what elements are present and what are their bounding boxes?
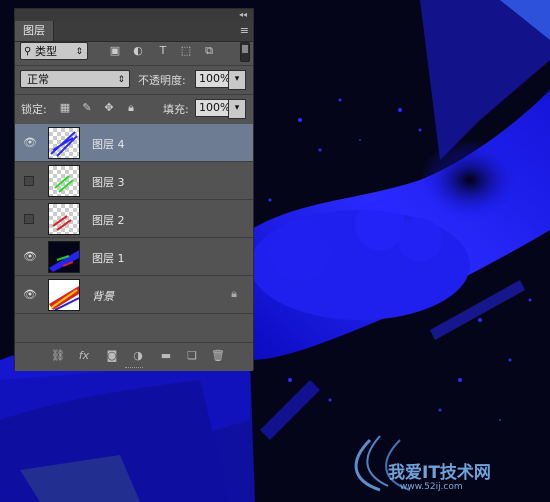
layers-panel: ◂◂ 图层 ≡ ⚲ 类型 ⇕ ▣ ◐ T ⬚ ⧉ 正常 ⇕ 不透明度: 100%… bbox=[14, 8, 254, 371]
tab-layers[interactable]: 图层 bbox=[15, 21, 54, 41]
group-icon[interactable]: ▬ bbox=[159, 349, 173, 363]
layer-name[interactable]: 图层 4 bbox=[92, 136, 125, 152]
layer-thumbnail[interactable] bbox=[48, 241, 80, 273]
blend-mode-dropdown[interactable]: 正常 ⇕ bbox=[20, 70, 130, 88]
visibility-toggle[interactable] bbox=[24, 176, 34, 186]
layer-name[interactable]: 图层 2 bbox=[92, 212, 125, 228]
collapse-icon[interactable]: ◂◂ bbox=[239, 9, 247, 21]
layer-name[interactable]: 背景 bbox=[92, 288, 114, 304]
fill-label: 填充: bbox=[163, 103, 189, 116]
search-icon: ⚲ bbox=[24, 46, 32, 57]
layer-mask-icon[interactable]: ◙ bbox=[105, 349, 119, 363]
panel-menu-icon[interactable]: ≡ bbox=[240, 23, 249, 39]
filter-kind-value: 类型 bbox=[35, 45, 57, 58]
lock-move-icon[interactable]: ✥ bbox=[103, 102, 115, 114]
visibility-toggle[interactable] bbox=[24, 214, 34, 224]
layer-name[interactable]: 图层 1 bbox=[92, 250, 125, 266]
smart-object-filter-icon[interactable]: ⧉ bbox=[203, 45, 215, 57]
layer-thumbnail[interactable] bbox=[48, 165, 80, 197]
layer-thumbnail[interactable] bbox=[48, 203, 80, 235]
layers-list: 👁︎ 图层 4 图层 3 图层 2 👁︎ 图层 1 👁︎ 背景 🔒︎ bbox=[15, 124, 253, 322]
lock-transparent-icon[interactable]: ▦ bbox=[59, 102, 71, 114]
lock-icon: 🔒︎ bbox=[231, 287, 237, 300]
link-layers-icon[interactable]: ⛓ bbox=[51, 349, 65, 363]
layer-row-4[interactable]: 👁︎ 图层 4 bbox=[15, 124, 253, 162]
lock-label: 锁定: bbox=[21, 103, 47, 116]
layer-row-2[interactable]: 图层 2 bbox=[15, 200, 253, 238]
layer-thumbnail[interactable] bbox=[48, 279, 80, 311]
lock-brush-icon[interactable]: ✎ bbox=[81, 102, 93, 114]
watermark-text: 我爱IT技术网 bbox=[388, 463, 491, 483]
filter-toggle[interactable] bbox=[240, 42, 250, 62]
lock-all-icon[interactable]: 🔒︎ bbox=[125, 102, 137, 114]
type-filter-icon[interactable]: T bbox=[157, 45, 169, 57]
panel-titlebar[interactable]: ◂◂ bbox=[15, 9, 253, 21]
resize-grip[interactable] bbox=[125, 367, 143, 370]
eye-icon[interactable]: 👁︎ bbox=[23, 137, 37, 149]
fx-icon[interactable]: fx bbox=[77, 349, 91, 363]
panel-tabbar: 图层 ≡ bbox=[15, 21, 253, 42]
delete-icon[interactable]: 🗑︎ bbox=[211, 349, 225, 363]
layer-row-background[interactable]: 👁︎ 背景 🔒︎ bbox=[15, 276, 253, 314]
watermark-url: www.52ij.com bbox=[400, 482, 463, 492]
fill-value: 100% bbox=[199, 101, 231, 114]
layer-row-3[interactable]: 图层 3 bbox=[15, 162, 253, 200]
eye-icon[interactable]: 👁︎ bbox=[23, 289, 37, 301]
filter-kind-dropdown[interactable]: ⚲ 类型 ⇕ bbox=[20, 42, 88, 60]
fill-dropdown-arrow-icon[interactable]: ▾ bbox=[228, 99, 246, 119]
opacity-field[interactable]: 100% ▾ bbox=[195, 70, 246, 90]
adjustment-layer-icon[interactable]: ◑ bbox=[131, 349, 145, 363]
new-layer-icon[interactable]: ❏ bbox=[185, 349, 199, 363]
layer-row-1[interactable]: 👁︎ 图层 1 bbox=[15, 238, 253, 276]
updown-arrow-icon: ⇕ bbox=[117, 75, 125, 85]
updown-arrow-icon: ⇕ bbox=[75, 47, 83, 57]
layer-name[interactable]: 图层 3 bbox=[92, 174, 125, 190]
image-filter-icon[interactable]: ▣ bbox=[109, 45, 121, 57]
opacity-label: 不透明度: bbox=[138, 74, 186, 87]
panel-bottom-bar: ⛓ fx ◙ ◑ ▬ ❏ 🗑︎ bbox=[15, 342, 253, 371]
eye-icon[interactable]: 👁︎ bbox=[23, 251, 37, 263]
shape-filter-icon[interactable]: ⬚ bbox=[180, 45, 192, 57]
adjustment-filter-icon[interactable]: ◐ bbox=[132, 45, 144, 57]
blend-mode-value: 正常 bbox=[27, 73, 49, 86]
opacity-value: 100% bbox=[199, 72, 231, 85]
opacity-dropdown-arrow-icon[interactable]: ▾ bbox=[228, 70, 246, 90]
layer-thumbnail[interactable] bbox=[48, 127, 80, 159]
fill-field[interactable]: 100% ▾ bbox=[195, 99, 246, 119]
